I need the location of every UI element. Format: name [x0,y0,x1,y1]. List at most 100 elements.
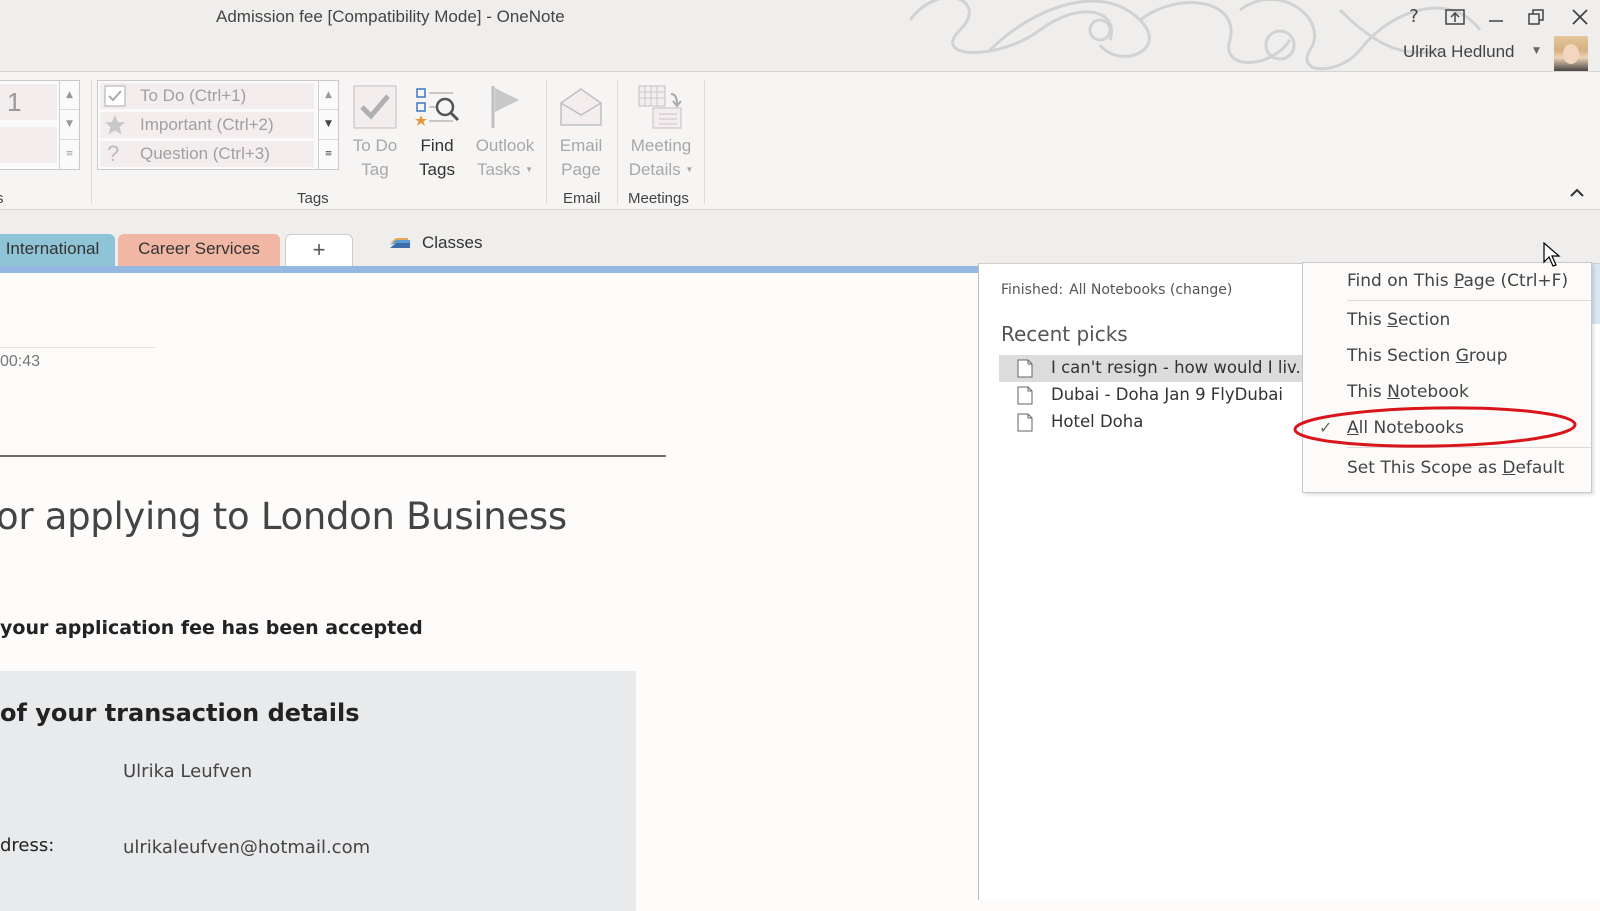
section-tab-label: Career Services [138,239,260,258]
gallery-expand-icon[interactable]: ≡ [60,140,79,169]
section-color-bar [0,266,980,273]
ribbon-display-options-button[interactable] [1441,4,1469,30]
gallery-expand-icon[interactable]: ≡ [319,140,338,169]
checkmark-icon: ✓ [1319,418,1333,437]
user-menu-chevron-down-icon[interactable]: ▼ [1533,46,1540,56]
tag-item-label: Question (Ctrl+3) [140,144,270,163]
meeting-details-label-1: Meeting [630,136,692,155]
restore-icon [1528,9,1544,25]
find-tags-label-1: Find [420,136,454,155]
notebook-link-label: Classes [422,233,483,252]
section-tab-label: International [5,239,100,258]
restore-button[interactable] [1522,4,1550,30]
partial-gallery-scroll[interactable]: ▲ ▼ ≡ [59,81,79,169]
recent-pick-label: Hotel Doha [1051,412,1144,431]
flag-icon [491,86,519,128]
mouse-cursor-icon [1543,242,1561,267]
menu-item-this-section[interactable]: This Section [1303,303,1591,337]
page-icon [1017,359,1033,378]
menu-divider [1347,447,1591,448]
group-divider [617,80,618,204]
help-button[interactable]: ? [1400,4,1428,30]
tag-item-to-do[interactable]: To Do (Ctrl+1) [100,83,314,109]
email-page-button[interactable]: Email Page [552,80,610,182]
search-status-label: Finished: [1001,282,1064,298]
meeting-details-button[interactable]: Meeting Details ▼ [622,80,700,182]
checkbox-icon [104,85,126,107]
search-status: Finished: All Notebooks (change) [1001,282,1232,298]
tag-item-important[interactable]: Important (Ctrl+2) [100,112,314,138]
search-scope-change-link[interactable]: All Notebooks (change) [1069,282,1232,298]
recent-pick-label: I can't resign - how would I liv... [1051,358,1309,377]
detail-value-email[interactable]: ulrikaleufven@hotmail.com [123,837,370,858]
recent-pick-item[interactable]: Dubai - Doha Jan 9 FlyDubai [999,382,1309,409]
recent-picks-heading: Recent picks [1001,322,1128,346]
menu-item-this-section-group[interactable]: This Section Group [1303,339,1591,373]
section-tab-career-services[interactable]: Career Services [118,234,280,268]
date-divider [0,347,155,348]
plus-icon: + [312,237,326,262]
transaction-details-box: of your transaction details Ulrika Leufv… [0,671,636,911]
partial-gallery[interactable]: 1 ▲ ▼ ≡ [0,80,80,170]
checkmark-box-icon [353,85,397,129]
partial-gallery-value: 1 [0,84,57,120]
envelope-icon [560,88,602,126]
recent-pick-item[interactable]: Hotel Doha [999,409,1309,436]
scroll-down-icon[interactable]: ▼ [319,110,338,140]
menu-item-all-notebooks[interactable]: ✓ All Notebooks [1303,411,1591,445]
scroll-up-icon[interactable]: ▲ [319,81,338,111]
tag-item-question[interactable]: ? Question (Ctrl+3) [100,141,314,167]
menu-item-set-scope-default[interactable]: Set This Scope as Default [1303,451,1591,485]
scroll-up-icon[interactable]: ▲ [60,81,79,111]
recent-pick-item[interactable]: I can't resign - how would I liv... [999,355,1309,382]
email-group-label: Email [563,190,601,207]
add-section-button[interactable]: + [285,234,353,268]
tag-item-label: Important (Ctrl+2) [140,115,274,134]
title-divider [0,455,666,457]
meetings-group-label: Meetings [628,190,689,207]
tags-gallery-scroll[interactable]: ▲ ▼ ≡ [318,81,338,169]
collapse-ribbon-button[interactable] [1570,186,1584,202]
section-tabs-bar: International Career Services + Classes … [0,210,1600,470]
meeting-details-chevron-down-icon: ▼ [685,165,694,174]
title-bar: Admission fee [Compatibility Mode] - One… [0,0,1600,72]
scroll-down-icon[interactable]: ▼ [60,110,79,140]
tags-gallery[interactable]: To Do (Ctrl+1) Important (Ctrl+2) ? Ques… [97,80,339,170]
page-icon [1017,413,1033,432]
transaction-details-heading: of your transaction details [0,699,360,727]
outlook-tasks-chevron-down-icon: ▼ [525,165,534,174]
partial-group-label: s [0,190,4,207]
chevron-up-icon [1570,188,1584,197]
page-content: 00:43 or applying to London Business you… [0,273,980,911]
close-button[interactable] [1566,4,1594,30]
find-tags-button[interactable]: Find Tags [409,80,465,182]
menu-item-find-on-this-page[interactable]: Find on This Page (Ctrl+F) [1303,264,1591,298]
avatar[interactable] [1554,36,1588,71]
notebook-stack-icon [390,238,410,248]
tag-item-label: To Do (Ctrl+1) [140,86,247,105]
group-divider [704,80,705,204]
to-do-tag-label-1: To Do [352,136,398,155]
minimize-icon [1489,20,1503,22]
section-tab-international[interactable]: International [0,234,115,268]
window-title: Admission fee [Compatibility Mode] - One… [216,7,565,26]
user-account-name[interactable]: Ulrika Hedlund [1403,42,1515,62]
group-divider [91,80,92,204]
detail-value-name: Ulrika Leufven [123,761,253,782]
ribbon-display-icon [1445,9,1465,25]
page-time: 00:43 [0,353,41,370]
email-heading: or applying to London Business [0,495,567,538]
detail-label: dress: [0,835,55,856]
email-page-label-2: Page [561,160,601,179]
to-do-tag-button[interactable]: To Do Tag [346,80,404,182]
menu-item-this-notebook[interactable]: This Notebook [1303,375,1591,409]
star-icon [105,115,125,135]
outlook-tasks-button[interactable]: Outlook Tasks ▼ [469,80,541,182]
email-page-label-1: Email [559,136,603,155]
tags-group-label: Tags [297,190,329,207]
page-icon [1017,386,1033,405]
search-scope-menu: Find on This Page (Ctrl+F) This Section … [1302,262,1592,493]
minimize-button[interactable] [1482,4,1510,30]
notebook-link-classes[interactable]: Classes [388,233,482,253]
close-icon [1572,9,1588,25]
